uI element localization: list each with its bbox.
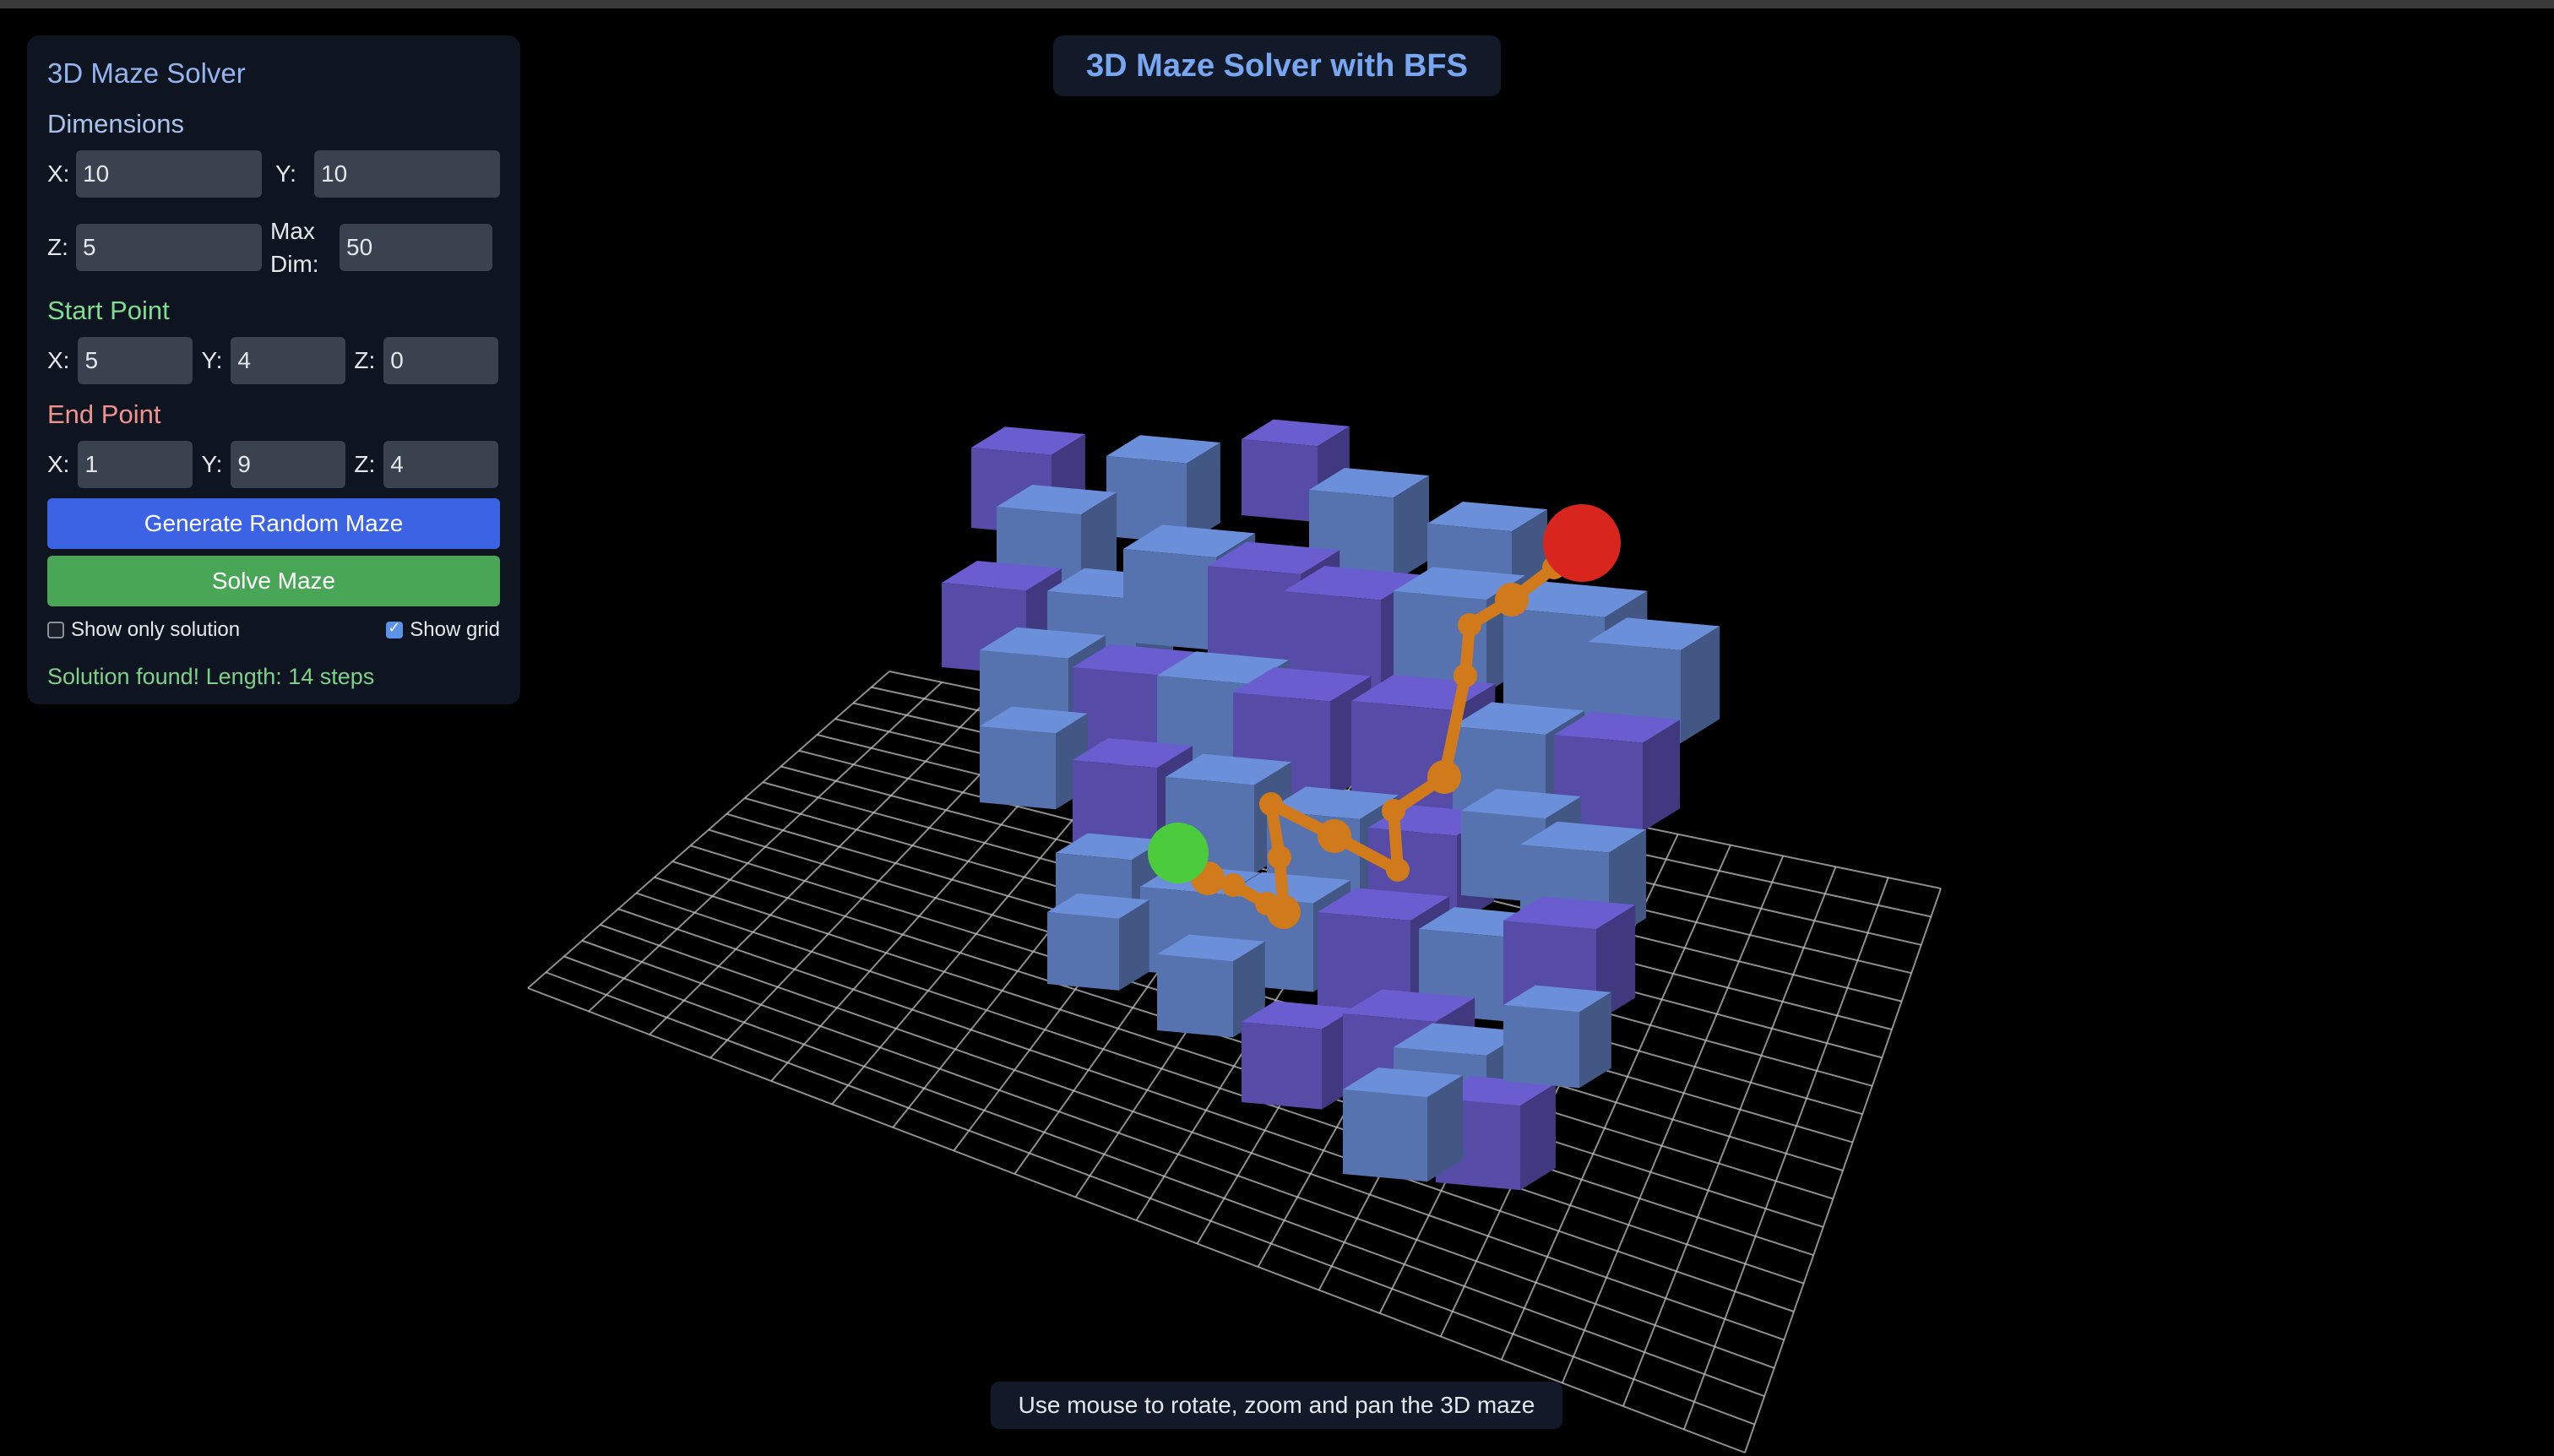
end-z-input[interactable] xyxy=(383,441,499,489)
cube-face xyxy=(1047,912,1119,991)
show-grid-label: Show grid xyxy=(410,618,500,642)
show-only-solution-checkbox[interactable] xyxy=(47,622,64,639)
dimensions-heading: Dimensions xyxy=(47,109,184,139)
start-x-input[interactable] xyxy=(78,337,193,385)
cube-face xyxy=(1343,1089,1427,1182)
show-grid-checkbox[interactable] xyxy=(386,619,404,639)
grid-line xyxy=(1683,877,1889,1430)
end-marker xyxy=(1543,504,1621,582)
cube-face xyxy=(1503,1005,1579,1089)
path-node xyxy=(1454,664,1477,687)
start-point-heading: Start Point xyxy=(47,296,170,326)
dim-x-label: X: xyxy=(47,160,70,187)
grid-line xyxy=(1744,888,1942,1453)
end-y-label: Y: xyxy=(201,451,223,478)
path-node xyxy=(1382,799,1405,823)
path-node xyxy=(1268,845,1291,869)
cube-face xyxy=(980,726,1056,810)
path-node xyxy=(1259,792,1283,816)
solution-status: Solution found! Length: 14 steps xyxy=(47,664,375,690)
path-node xyxy=(1267,895,1301,929)
end-point-heading: End Point xyxy=(47,399,161,430)
end-y-input[interactable] xyxy=(231,441,346,489)
start-z-label: Z: xyxy=(354,347,376,374)
path-node xyxy=(1427,760,1461,794)
panel-title: 3D Maze Solver xyxy=(47,57,246,89)
cube-face xyxy=(1157,954,1233,1038)
end-x-input[interactable] xyxy=(78,441,193,489)
controls-hint: Use mouse to rotate, zoom and pan the 3D… xyxy=(991,1382,1562,1429)
start-z-input[interactable] xyxy=(383,337,499,385)
show-only-solution-toggle[interactable]: Show only solution xyxy=(47,618,240,642)
max-dim-label: Max Dim: xyxy=(270,218,319,278)
start-x-label: X: xyxy=(47,347,70,374)
grid-line xyxy=(1622,866,1837,1407)
path-node xyxy=(1458,613,1481,637)
max-dim-input[interactable] xyxy=(340,224,492,272)
dim-y-input[interactable] xyxy=(314,150,500,198)
show-only-solution-label: Show only solution xyxy=(71,618,241,642)
dim-z-label: Z: xyxy=(47,234,68,261)
page-title: 3D Maze Solver with BFS xyxy=(1053,35,1501,96)
cube-face xyxy=(1123,549,1216,651)
start-y-label: Y: xyxy=(201,347,223,374)
dim-z-input[interactable] xyxy=(76,224,262,272)
path-node xyxy=(1318,819,1351,853)
dim-x-input[interactable] xyxy=(76,150,262,198)
generate-maze-button[interactable]: Generate Random Maze xyxy=(47,498,500,550)
end-z-label: Z: xyxy=(354,451,376,478)
end-x-label: X: xyxy=(47,451,70,478)
cube-face xyxy=(1242,1022,1322,1110)
control-panel: 3D Maze Solver Dimensions X: Y: Z: Max D… xyxy=(27,35,520,704)
path-node xyxy=(1221,873,1245,897)
path-node xyxy=(1495,583,1529,617)
solve-maze-button[interactable]: Solve Maze xyxy=(47,556,500,607)
path-node xyxy=(1386,858,1410,882)
start-y-input[interactable] xyxy=(231,337,346,385)
start-marker xyxy=(1148,823,1209,883)
dim-y-label: Y: xyxy=(275,160,296,187)
cube-face xyxy=(1242,439,1318,523)
show-grid-toggle[interactable]: Show grid xyxy=(386,618,500,642)
